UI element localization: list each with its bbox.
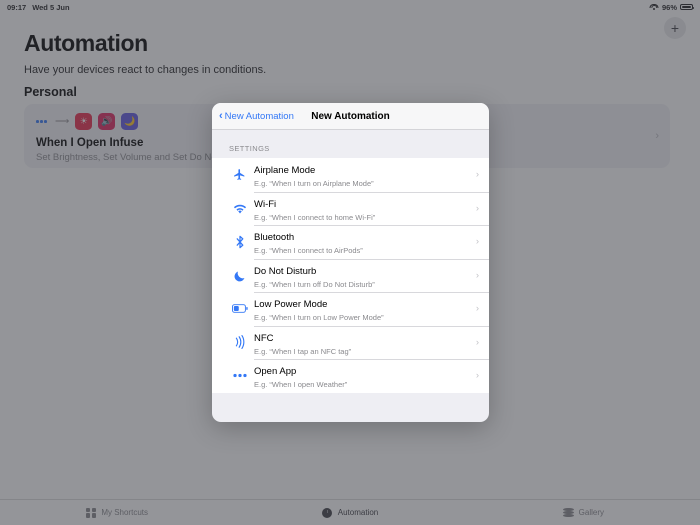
wifi-icon	[229, 203, 250, 214]
list-item-text: Open App E.g. “When I open Weather”	[250, 361, 472, 390]
modal-header: ‹ New Automation New Automation	[212, 103, 489, 130]
list-item-text: Low Power Mode E.g. “When I turn on Low …	[250, 294, 472, 323]
list-item-low-power-mode[interactable]: Low Power Mode E.g. “When I turn on Low …	[212, 292, 489, 326]
list-item-do-not-disturb[interactable]: Do Not Disturb E.g. “When I turn off Do …	[212, 258, 489, 293]
chevron-right-icon: ›	[475, 269, 479, 281]
list-item-subtitle: E.g. “When I tap an NFC tag”	[254, 346, 352, 356]
chevron-right-icon: ›	[475, 336, 479, 348]
new-automation-modal: ‹ New Automation New Automation SETTINGS…	[212, 103, 489, 422]
settings-list: Airplane Mode E.g. “When I turn on Airpl…	[212, 158, 489, 393]
list-item-title: Airplane Mode	[254, 165, 316, 177]
moon-icon	[229, 269, 250, 282]
chevron-right-icon: ›	[475, 169, 479, 181]
list-item-open-app[interactable]: Open App E.g. “When I open Weather” ›	[212, 359, 489, 393]
list-item-bluetooth[interactable]: Bluetooth E.g. “When I connect to AirPod…	[212, 225, 489, 259]
list-item-subtitle: E.g. “When I turn on Low Power Mode”	[254, 313, 384, 323]
chevron-right-icon: ›	[475, 370, 479, 382]
list-item-title: Wi-Fi	[254, 198, 277, 210]
list-item-airplane-mode[interactable]: Airplane Mode E.g. “When I turn on Airpl…	[212, 158, 489, 192]
modal-body: SETTINGS Airplane Mode E.g. “When I turn…	[212, 130, 489, 422]
back-button[interactable]: ‹ New Automation	[219, 109, 294, 122]
list-item-wifi[interactable]: Wi-Fi E.g. “When I connect to home Wi-Fi…	[212, 191, 489, 226]
list-item-title: Open App	[254, 366, 297, 378]
list-item-subtitle: E.g. “When I open Weather”	[254, 380, 348, 390]
list-item-subtitle: E.g. “When I connect to home Wi-Fi”	[254, 212, 376, 222]
nfc-icon	[229, 335, 250, 350]
list-item-subtitle: E.g. “When I connect to AirPods”	[254, 246, 363, 256]
more-dots-icon	[229, 373, 250, 378]
chevron-right-icon: ›	[475, 202, 479, 214]
list-item-text: NFC E.g. “When I tap an NFC tag”	[250, 328, 472, 357]
list-item-nfc[interactable]: NFC E.g. “When I tap an NFC tag” ›	[212, 325, 489, 360]
list-item-text: Bluetooth E.g. “When I connect to AirPod…	[250, 227, 472, 256]
battery-low-icon	[229, 304, 250, 314]
list-item-title: Bluetooth	[254, 232, 295, 244]
airplane-icon	[229, 168, 250, 181]
bluetooth-icon	[229, 235, 250, 249]
list-item-text: Wi-Fi E.g. “When I connect to home Wi-Fi…	[250, 194, 472, 223]
list-item-title: Low Power Mode	[254, 299, 328, 311]
back-button-label: New Automation	[224, 110, 294, 122]
chevron-left-icon: ‹	[219, 109, 223, 122]
list-item-subtitle: E.g. “When I turn on Airplane Mode”	[254, 179, 374, 189]
chevron-right-icon: ›	[475, 236, 479, 248]
list-item-subtitle: E.g. “When I turn off Do Not Disturb”	[254, 279, 375, 289]
list-item-title: NFC	[254, 332, 274, 344]
list-item-text: Airplane Mode E.g. “When I turn on Airpl…	[250, 160, 472, 189]
chevron-right-icon: ›	[475, 303, 479, 315]
list-item-text: Do Not Disturb E.g. “When I turn off Do …	[250, 261, 472, 290]
list-item-title: Do Not Disturb	[254, 265, 317, 277]
settings-group-label: SETTINGS	[229, 144, 270, 153]
